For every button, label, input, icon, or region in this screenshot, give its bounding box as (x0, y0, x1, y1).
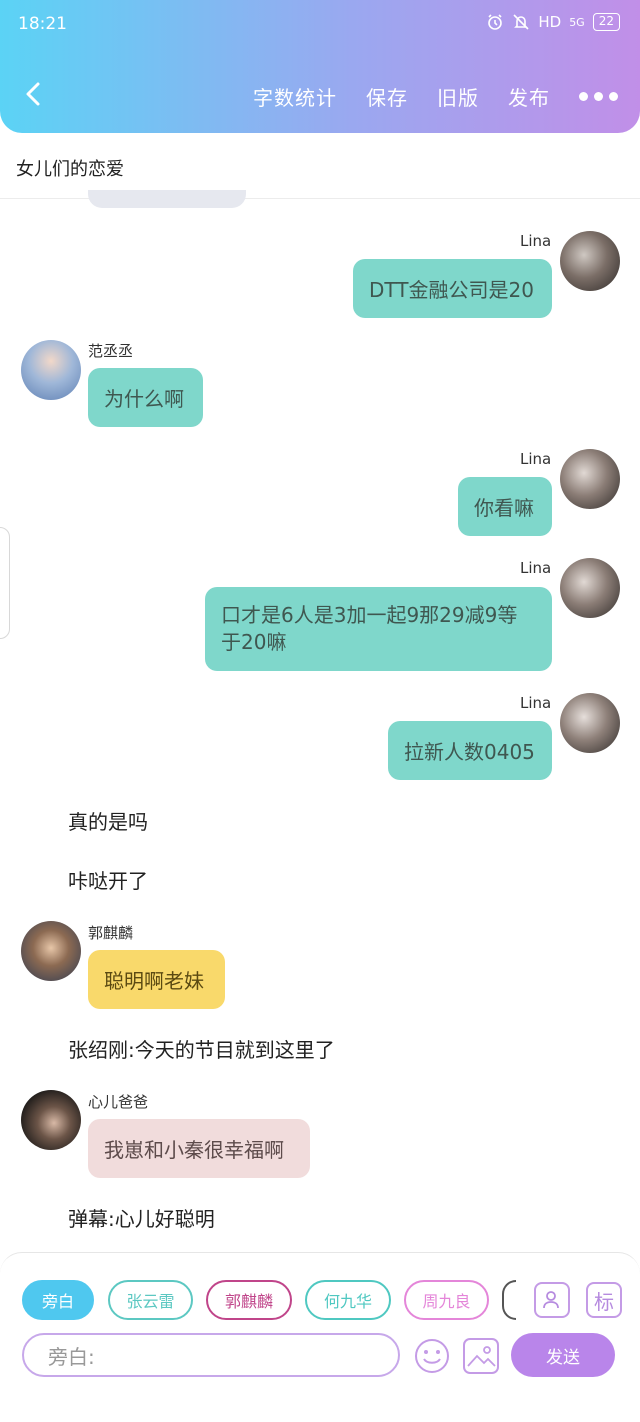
avatar-lina[interactable] (560, 231, 620, 291)
sender-name: Lina (520, 232, 552, 250)
sender-name: Lina (520, 450, 552, 468)
message-bubble[interactable]: DTT金融公司是20 (353, 259, 552, 318)
avatar-xinerbaba[interactable] (21, 1090, 81, 1150)
role-chip[interactable]: 周九良 (404, 1280, 489, 1320)
role-chip[interactable]: 张云雷 (108, 1280, 193, 1320)
network-label: HD (538, 13, 562, 31)
chevron-left-icon (26, 82, 40, 106)
status-icons: HD 5G 22 (486, 13, 620, 31)
alarm-icon (486, 13, 504, 31)
message-input[interactable]: 旁白: (22, 1333, 400, 1377)
image-button[interactable] (463, 1338, 499, 1374)
header-actions: 字数统计 保存 旧版 发布 (253, 82, 640, 111)
save-button[interactable]: 保存 (366, 82, 408, 111)
battery-indicator: 22 (592, 13, 620, 31)
image-icon (467, 1346, 496, 1367)
sender-name: 郭麒麟 (88, 924, 134, 942)
narration-text[interactable]: 咔哒开了 (68, 865, 148, 894)
more-icon[interactable] (579, 92, 618, 101)
old-version-button[interactable]: 旧版 (437, 82, 479, 111)
narration-text[interactable]: 张绍刚:今天的节目就到这里了 (68, 1034, 335, 1063)
role-chip[interactable]: 郭麒麟 (206, 1280, 292, 1320)
tag-button[interactable]: 标 (586, 1282, 622, 1318)
sender-name: 范丞丞 (88, 342, 134, 360)
message-bubble[interactable]: 为什么啊 (88, 368, 203, 427)
message-bubble[interactable]: 我崽和小秦很幸福啊 (88, 1119, 310, 1178)
partial-bubble (88, 190, 246, 208)
message-bubble[interactable]: 口才是6人是3加一起9那29减9等于20嘛 (205, 587, 552, 671)
tag-icon: 标 (594, 1289, 614, 1314)
smile-icon (415, 1339, 449, 1373)
user-icon (543, 1291, 559, 1309)
message-bubble[interactable]: 聪明啊老妹 (88, 950, 225, 1009)
story-title[interactable]: 女儿们的恋爱 (16, 155, 124, 181)
message-bubble[interactable]: 你看嘛 (458, 477, 552, 536)
role-chip[interactable]: 何九华 (305, 1280, 391, 1320)
publish-button[interactable]: 发布 (508, 82, 550, 111)
role-chip-partial[interactable] (502, 1280, 516, 1320)
side-drawer-handle[interactable] (0, 527, 10, 639)
back-button[interactable] (20, 80, 48, 108)
avatar-lina[interactable] (560, 693, 620, 753)
message-bubble[interactable]: 拉新人数0405 (388, 721, 552, 780)
avatar-fanchengcheng[interactable] (21, 340, 81, 400)
sender-name: Lina (520, 694, 552, 712)
narration-text[interactable]: 弹幕:心儿好聪明 (68, 1203, 215, 1232)
send-button[interactable]: 发送 (511, 1333, 615, 1377)
sender-name: 心儿爸爸 (88, 1093, 149, 1111)
sender-name: Lina (520, 559, 552, 577)
avatar-guoqilin[interactable] (21, 921, 81, 981)
mute-bell-icon (512, 13, 530, 31)
avatar-lina[interactable] (560, 558, 620, 618)
emoji-button[interactable] (413, 1337, 451, 1375)
role-manage-button[interactable] (534, 1282, 570, 1318)
role-chip-narrator[interactable]: 旁白 (22, 1280, 94, 1320)
status-time: 18:21 (18, 14, 67, 34)
narration-text[interactable]: 真的是吗 (68, 806, 148, 835)
word-count-button[interactable]: 字数统计 (253, 82, 337, 111)
signal-label: 5G (569, 15, 585, 29)
avatar-lina[interactable] (560, 449, 620, 509)
